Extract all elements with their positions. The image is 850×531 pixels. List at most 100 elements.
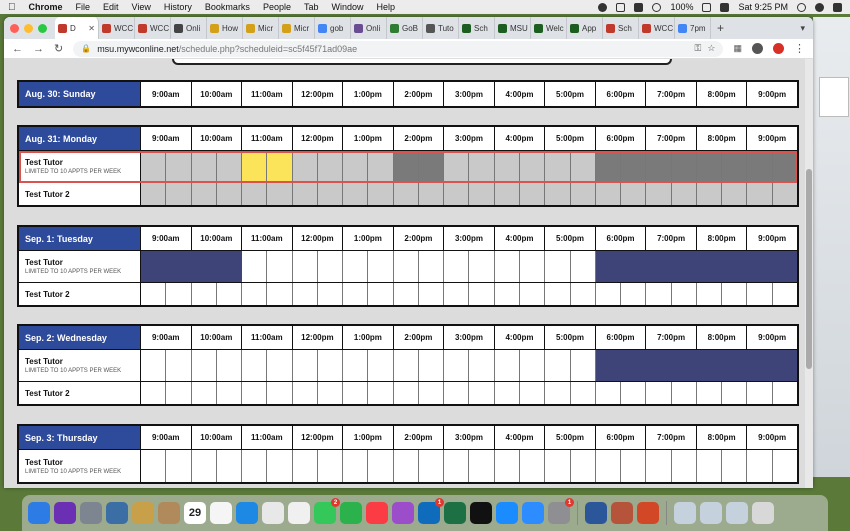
browser-tab[interactable]: WCC [135,17,171,39]
time-slot[interactable] [772,151,797,182]
time-slot[interactable] [444,350,470,381]
new-tab-button[interactable]: + [717,21,724,35]
time-slot[interactable] [671,283,697,305]
time-slot[interactable] [671,350,697,381]
close-window-button[interactable] [10,23,19,33]
time-slot[interactable] [368,350,394,381]
launchpad-icon[interactable] [80,502,102,524]
time-slot[interactable] [368,151,394,182]
browser-tab[interactable]: WCC [639,17,675,39]
tutor-label[interactable]: Test Tutor 2 [19,283,141,305]
time-slot[interactable] [141,183,167,205]
time-slot[interactable] [772,283,797,305]
menu-tab[interactable]: Tab [304,2,319,12]
facetime-icon[interactable] [340,502,362,524]
time-slot[interactable] [469,350,495,381]
time-slot[interactable] [545,251,571,282]
time-slot[interactable] [444,183,470,205]
menu-edit[interactable]: Edit [103,2,119,12]
time-slot[interactable] [469,382,495,404]
time-slot[interactable] [595,283,622,305]
time-slot[interactable] [317,450,344,482]
time-slot[interactable] [166,382,192,404]
time-slot[interactable] [621,450,647,482]
menu-people[interactable]: People [263,2,291,12]
browser-tab[interactable]: Welc [531,17,567,39]
browser-tab[interactable]: MSU [495,17,531,39]
time-slot[interactable] [418,251,445,282]
scrollbar-thumb[interactable] [806,169,812,369]
folder-icon-2[interactable] [700,502,722,524]
time-slot[interactable] [393,251,419,282]
time-slot[interactable] [393,382,419,404]
photo-booth-icon[interactable] [611,502,633,524]
time-slot[interactable] [494,251,520,282]
tutor-label[interactable]: Test Tutor 2 [19,382,141,404]
time-slot[interactable] [242,183,268,205]
time-slot[interactable] [418,350,445,381]
time-slot[interactable] [368,382,394,404]
time-slot[interactable] [267,450,293,482]
time-slot[interactable] [418,151,445,182]
safari-icon[interactable] [236,502,258,524]
time-slot[interactable] [216,283,243,305]
tutor-label[interactable]: Test Tutor 2 [19,183,141,205]
reminders-icon[interactable] [210,502,232,524]
menu-bookmarks[interactable]: Bookmarks [205,2,250,12]
time-slot[interactable] [747,450,773,482]
time-slot[interactable] [570,251,596,282]
finder-icon[interactable] [28,502,50,524]
time-slot[interactable] [494,350,520,381]
time-slot[interactable] [267,151,293,182]
display-icon[interactable] [616,2,626,12]
time-slot[interactable] [216,450,243,482]
time-slot[interactable] [166,151,192,182]
time-slot[interactable] [621,283,647,305]
time-slot[interactable] [772,382,797,404]
time-slot[interactable] [191,350,217,381]
battery-percent[interactable]: 100% [670,2,693,12]
time-slot[interactable] [519,151,546,182]
time-slot[interactable] [469,151,495,182]
key-icon[interactable]: ⚿ [695,43,702,54]
calendar-icon[interactable]: 29 [184,502,206,524]
time-slot[interactable] [772,450,797,482]
time-slot[interactable] [368,450,394,482]
time-slot[interactable] [166,183,192,205]
time-slot[interactable] [292,183,318,205]
time-slot[interactable] [292,251,318,282]
time-slot[interactable] [494,450,520,482]
time-slot[interactable] [646,450,672,482]
browser-tab[interactable]: D ✕ [55,17,99,39]
time-slot[interactable] [216,183,243,205]
time-slot[interactable] [595,450,622,482]
notes-icon[interactable] [132,502,154,524]
time-slot[interactable] [444,251,470,282]
wifi-icon[interactable] [652,2,662,12]
time-slot[interactable] [267,382,293,404]
browser-tab[interactable]: Sch [459,17,495,39]
time-slot[interactable] [216,151,243,182]
menu-clock[interactable]: Sat 9:25 PM [738,2,788,12]
minimize-window-button[interactable] [24,23,33,33]
time-slot[interactable] [343,183,369,205]
time-slot[interactable] [595,382,622,404]
desktop-file-icon[interactable] [819,77,849,117]
time-slot[interactable] [494,151,520,182]
time-slot[interactable] [722,283,748,305]
time-slot[interactable] [646,151,672,182]
time-slot[interactable] [141,251,167,282]
time-slot[interactable] [141,450,167,482]
time-slot[interactable] [343,151,369,182]
time-slot[interactable] [722,251,748,282]
word-icon[interactable] [585,502,607,524]
browser-tab[interactable]: Sch [603,17,639,39]
time-slot[interactable] [317,382,344,404]
time-slot[interactable] [444,382,470,404]
time-slot[interactable] [418,183,445,205]
time-slot[interactable] [646,283,672,305]
profile-avatar-icon[interactable] [752,43,763,54]
time-slot[interactable] [444,151,470,182]
time-slot[interactable] [141,382,167,404]
time-slot[interactable] [722,450,748,482]
